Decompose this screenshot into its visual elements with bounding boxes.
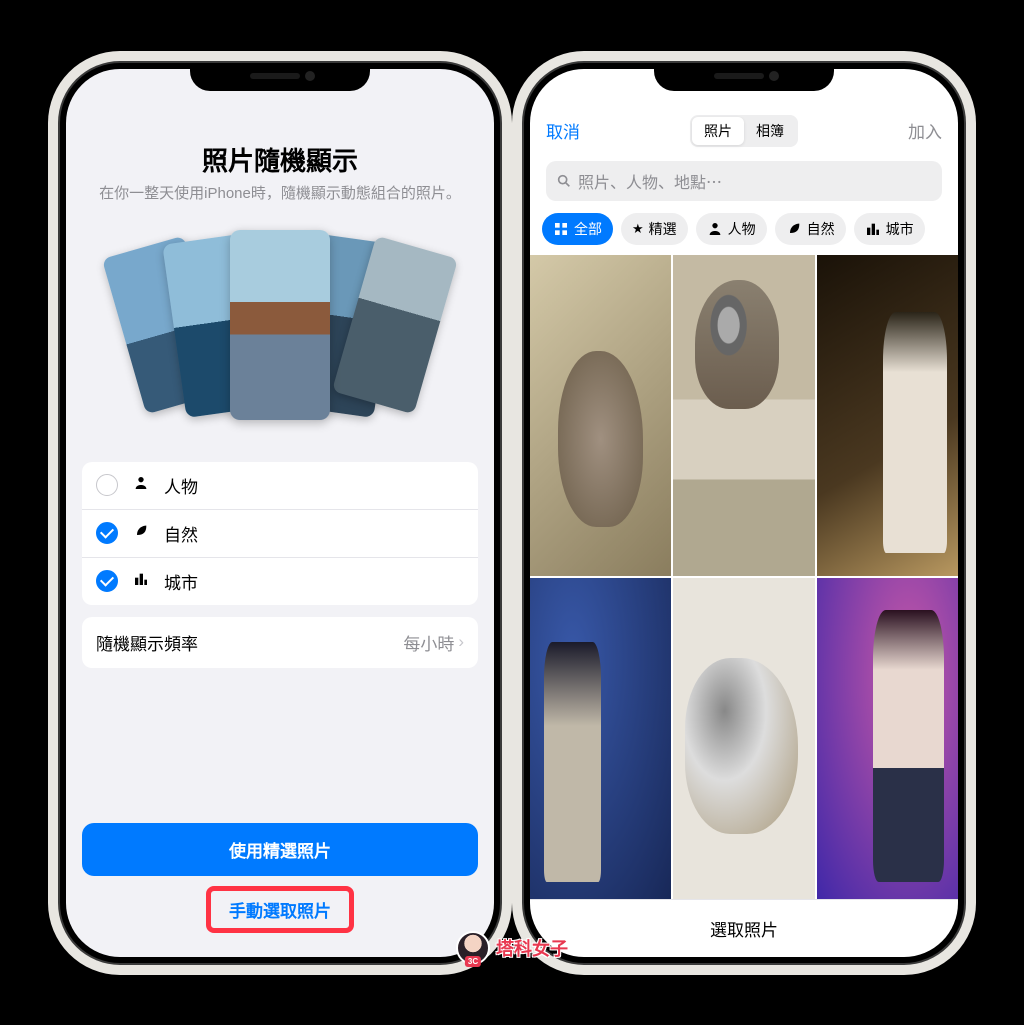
page-subtitle: 在你一整天使用iPhone時，隨機顯示動態組合的照片。 xyxy=(94,184,466,204)
city-icon xyxy=(130,571,152,592)
phone-right: 取消 照片 相簿 加入 照片、人物、地點⋯ 全部 ★ 精選 人物 xyxy=(524,63,964,963)
add-button[interactable]: 加入 xyxy=(908,118,942,143)
watermark-text: 塔科女子 xyxy=(496,935,568,961)
photo-grid xyxy=(530,255,958,899)
manual-select-highlight: 手動選取照片 xyxy=(206,886,354,933)
option-people[interactable]: 人物 xyxy=(82,462,478,509)
frequency-value: 每小時 › xyxy=(403,630,464,655)
person-icon xyxy=(130,475,152,496)
star-icon: ★ xyxy=(632,221,644,237)
photo-thumbnail[interactable] xyxy=(530,578,671,899)
segment-photos[interactable]: 照片 xyxy=(692,117,744,145)
watermark-avatar: 3C xyxy=(456,931,490,965)
filter-nature[interactable]: 自然 xyxy=(775,213,846,245)
segment-albums[interactable]: 相簿 xyxy=(744,117,796,145)
notch xyxy=(654,63,834,91)
photo-thumbnail[interactable] xyxy=(817,255,958,576)
phone-left: 照片隨機顯示 在你一整天使用iPhone時，隨機顯示動態組合的照片。 人物 xyxy=(60,63,500,963)
notch xyxy=(190,63,370,91)
city-icon xyxy=(865,221,881,237)
manual-select-button[interactable]: 手動選取照片 xyxy=(229,902,331,921)
filter-city[interactable]: 城市 xyxy=(854,213,925,245)
watermark: 3C 塔科女子 xyxy=(456,931,568,965)
preview-card xyxy=(230,230,330,420)
option-label: 自然 xyxy=(164,521,198,546)
option-nature[interactable]: 自然 xyxy=(82,509,478,557)
option-city[interactable]: 城市 xyxy=(82,557,478,605)
photo-thumbnail[interactable] xyxy=(673,578,814,899)
chevron-right-icon: › xyxy=(458,632,464,652)
search-placeholder: 照片、人物、地點⋯ xyxy=(578,169,722,193)
photo-thumbnail[interactable] xyxy=(530,255,671,576)
bottom-actions: 使用精選照片 手動選取照片 xyxy=(82,823,478,933)
search-icon xyxy=(556,173,572,189)
person-icon xyxy=(707,221,723,237)
option-label: 城市 xyxy=(164,569,198,594)
filter-all[interactable]: 全部 xyxy=(542,213,613,245)
search-input[interactable]: 照片、人物、地點⋯ xyxy=(546,161,942,201)
radio-checked-icon xyxy=(96,522,118,544)
radio-checked-icon xyxy=(96,570,118,592)
category-options: 人物 自然 城市 xyxy=(82,462,478,605)
segmented-control[interactable]: 照片 相簿 xyxy=(690,115,798,147)
cancel-button[interactable]: 取消 xyxy=(546,118,580,143)
photo-fan-preview xyxy=(100,222,460,442)
screen-shuffle-settings: 照片隨機顯示 在你一整天使用iPhone時，隨機顯示動態組合的照片。 人物 xyxy=(66,69,494,957)
page-title: 照片隨機顯示 xyxy=(66,141,494,178)
use-featured-button[interactable]: 使用精選照片 xyxy=(82,823,478,876)
leaf-icon xyxy=(786,221,802,237)
shuffle-frequency-row[interactable]: 隨機顯示頻率 每小時 › xyxy=(82,617,478,668)
photo-thumbnail[interactable] xyxy=(673,255,814,576)
picker-navbar: 取消 照片 相簿 加入 xyxy=(530,109,958,153)
filter-featured[interactable]: ★ 精選 xyxy=(621,213,688,245)
photo-thumbnail[interactable] xyxy=(817,578,958,899)
frequency-label: 隨機顯示頻率 xyxy=(96,630,198,655)
screen-photo-picker: 取消 照片 相簿 加入 照片、人物、地點⋯ 全部 ★ 精選 人物 xyxy=(530,69,958,957)
leaf-icon xyxy=(130,523,152,544)
picker-footer: 選取照片 xyxy=(530,899,958,957)
option-label: 人物 xyxy=(164,473,198,498)
radio-unchecked-icon xyxy=(96,474,118,496)
filter-people[interactable]: 人物 xyxy=(696,213,767,245)
grid-icon xyxy=(553,221,569,237)
filter-pills: 全部 ★ 精選 人物 自然 城市 xyxy=(530,209,958,255)
watermark-badge: 3C xyxy=(465,956,481,967)
